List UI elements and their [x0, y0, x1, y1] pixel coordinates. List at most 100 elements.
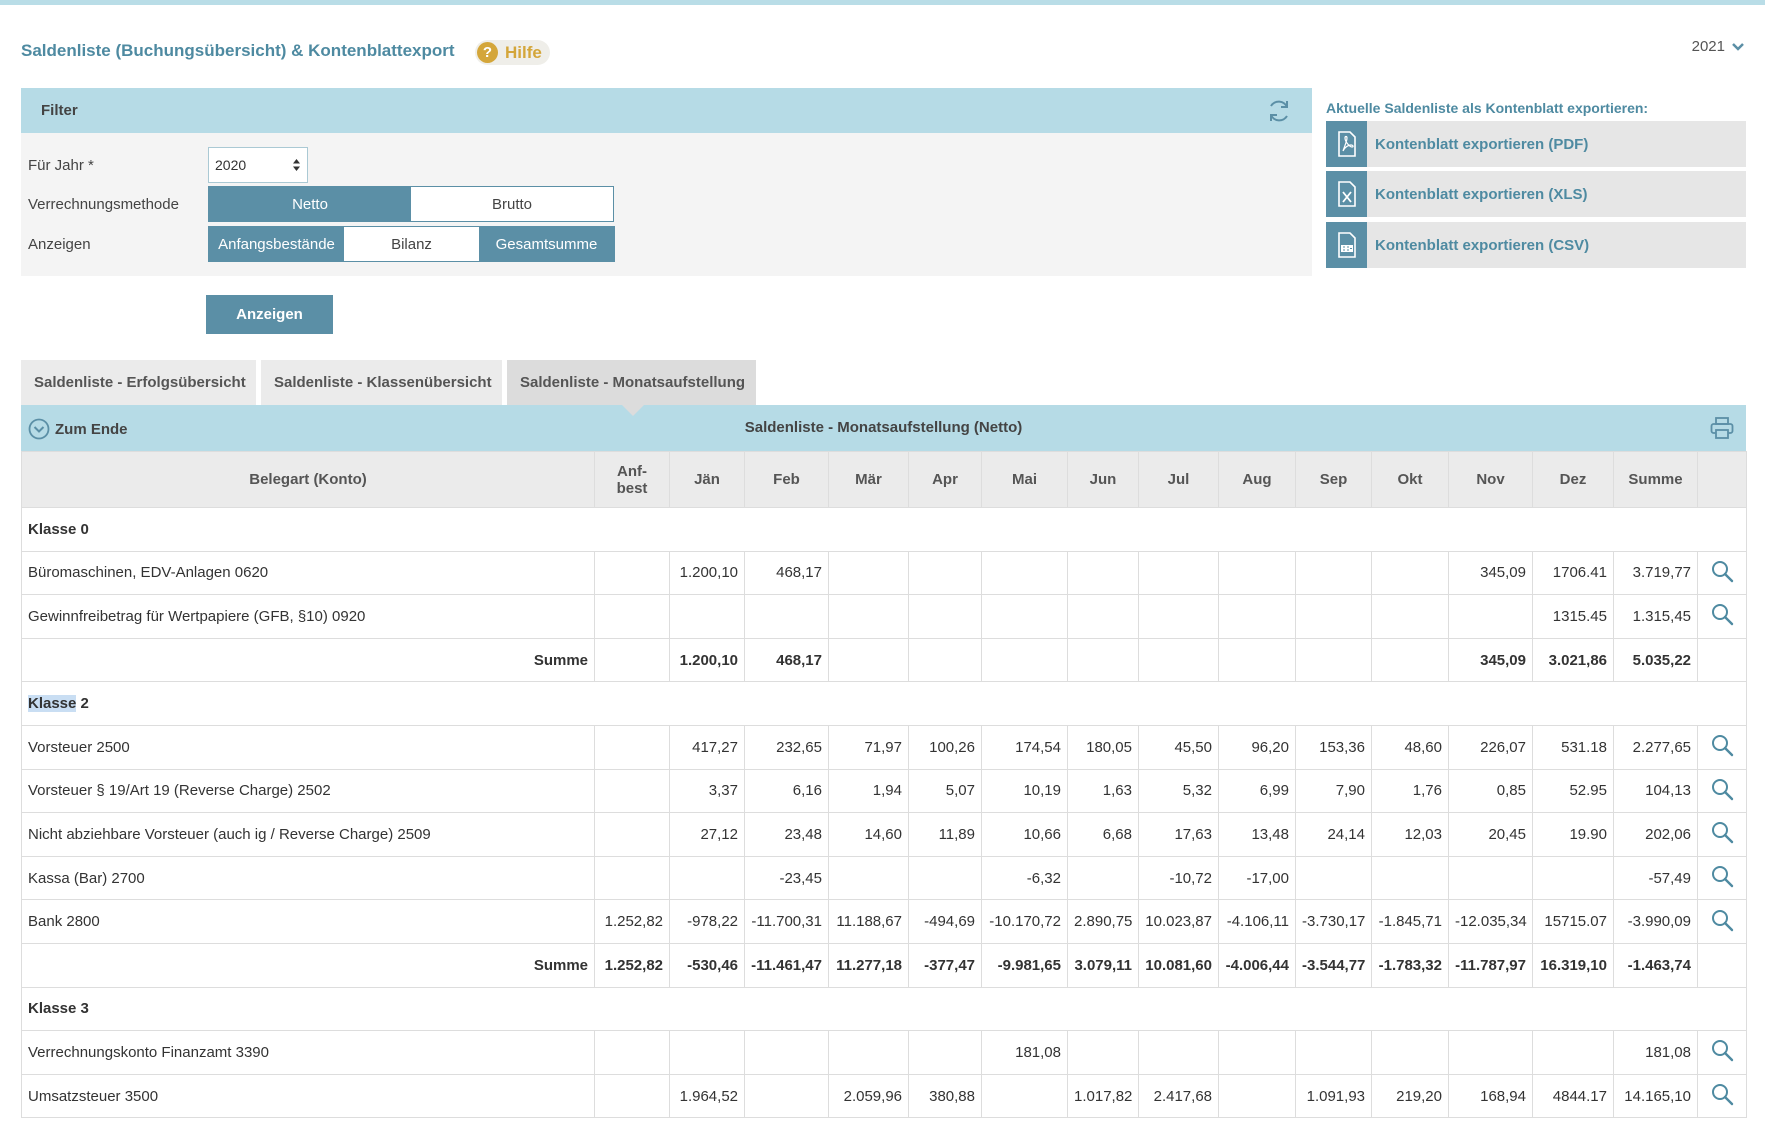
table-row: Nicht abziehbare Vorsteuer (auch ig / Re… — [21, 812, 1747, 857]
amount-cell: 2.277,65 — [1613, 724, 1698, 770]
amount-cell: 1,63 — [1067, 768, 1139, 814]
table-row: Gewinnfreibetrag für Wertpapiere (GFB, §… — [21, 594, 1747, 639]
search-icon[interactable] — [1710, 864, 1734, 888]
page-title: Saldenliste (Buchungsübersicht) & Konten… — [21, 41, 455, 60]
amount-cell: -3.544,77 — [1295, 942, 1372, 988]
amount-cell: -11.700,31 — [744, 899, 829, 944]
amount-cell: 6,99 — [1218, 768, 1296, 814]
table-row: Kassa (Bar) 2700 -23,45 -6,32 -10,72 -17,00 -… — [21, 855, 1747, 901]
tab-monatsaufstellung[interactable]: Saldenliste - Monatsaufstellung — [507, 360, 756, 405]
amount-cell: 14,60 — [828, 812, 909, 857]
amount-cell — [908, 550, 982, 596]
amount-cell: 11.188,67 — [828, 899, 909, 944]
filter-header: Filter — [21, 88, 1312, 133]
search-icon[interactable] — [1710, 777, 1734, 801]
refresh-icon[interactable] — [1266, 98, 1292, 124]
column-header: Jän — [669, 451, 745, 508]
export-pdf-button[interactable]: Kontenblatt exportieren (PDF) — [1326, 121, 1746, 167]
filter-title: Filter — [41, 102, 78, 119]
search-icon[interactable] — [1710, 1038, 1734, 1062]
search-icon[interactable] — [1710, 602, 1734, 626]
help-label: Hilfe — [505, 42, 542, 62]
amount-cell: 1.091,93 — [1295, 1073, 1372, 1119]
method-brutto-button[interactable]: Brutto — [411, 187, 613, 221]
column-header-label: Anf- best — [616, 462, 648, 497]
amount-cell — [981, 637, 1068, 683]
export-csv-button[interactable]: Kontenblatt exportieren (CSV) — [1326, 222, 1746, 268]
column-header-actions — [1697, 451, 1747, 508]
details-cell — [1697, 1073, 1747, 1119]
display-label: Anzeigen — [28, 235, 91, 253]
method-netto-button[interactable]: Netto — [209, 187, 411, 221]
amount-cell — [1138, 637, 1219, 683]
amount-cell — [669, 594, 745, 639]
sum-label: Summe — [21, 942, 595, 988]
class-group-row: Klasse 2 — [21, 681, 1747, 726]
amount-cell: 7,90 — [1295, 768, 1372, 814]
column-header: Dez — [1532, 451, 1614, 508]
amount-cell: -4.106,11 — [1218, 899, 1296, 944]
column-header: Sep — [1295, 451, 1372, 508]
xls-file-icon — [1326, 171, 1367, 217]
search-icon[interactable] — [1710, 559, 1734, 583]
amount-cell: 71,97 — [828, 724, 909, 770]
amount-cell — [669, 1030, 745, 1075]
printer-icon[interactable] — [1710, 417, 1734, 439]
amount-cell — [908, 855, 982, 901]
account-name: Umsatzsteuer 3500 — [21, 1073, 595, 1119]
export-xls-button[interactable]: Kontenblatt exportieren (XLS) — [1326, 171, 1746, 217]
amount-cell: 531.18 — [1532, 724, 1614, 770]
year-select[interactable]: 2021 — [1692, 38, 1745, 55]
search-icon[interactable] — [1710, 908, 1734, 932]
amount-cell — [1448, 855, 1533, 901]
amount-cell — [981, 550, 1068, 596]
amount-cell: -377,47 — [908, 942, 982, 988]
amount-cell — [1295, 594, 1372, 639]
amount-cell: 1315.45 — [1532, 594, 1614, 639]
account-name: Nicht abziehbare Vorsteuer (auch ig / Re… — [21, 812, 595, 857]
amount-cell: 6,16 — [744, 768, 829, 814]
year-label: Für Jahr * — [28, 156, 94, 174]
amount-cell: -10,72 — [1138, 855, 1219, 901]
details-cell — [1697, 1030, 1747, 1075]
tab-klassenuebersicht[interactable]: Saldenliste - Klassenübersicht — [261, 360, 502, 405]
amount-cell — [1067, 637, 1139, 683]
amount-cell: -1.463,74 — [1613, 942, 1698, 988]
amount-cell: 181,08 — [981, 1030, 1068, 1075]
search-icon[interactable] — [1710, 1082, 1734, 1106]
amount-cell: 5.035,22 — [1613, 637, 1698, 683]
table-body: Klasse 0 Büromaschinen, EDV-Anlagen 0620 1… — [21, 507, 1747, 1119]
amount-cell — [594, 812, 670, 857]
show-button[interactable]: Anzeigen — [206, 295, 333, 334]
search-icon[interactable] — [1710, 733, 1734, 757]
account-name: Kassa (Bar) 2700 — [21, 855, 595, 901]
tab-erfolgsuebersicht[interactable]: Saldenliste - Erfolgsübersicht — [21, 360, 256, 405]
table-head: Belegart (Konto) Anf- best Jän Feb Mär Apr Mai… — [21, 451, 1747, 508]
amount-cell — [828, 1030, 909, 1075]
amount-cell: -57,49 — [1613, 855, 1698, 901]
table-header-row: Belegart (Konto) Anf- best Jän Feb Mär Apr Mai… — [21, 451, 1747, 508]
year-field[interactable]: 2020 — [208, 147, 308, 183]
amount-cell — [1371, 855, 1449, 901]
search-icon[interactable] — [1710, 820, 1734, 844]
amount-cell: 16.319,10 — [1532, 942, 1614, 988]
display-gesamtsumme-button[interactable]: Gesamtsumme — [479, 227, 614, 261]
account-name: Vorsteuer 2500 — [21, 724, 595, 770]
display-bilanz-button[interactable]: Bilanz — [344, 227, 479, 261]
amount-cell: 11.277,18 — [828, 942, 909, 988]
amount-cell — [594, 637, 670, 683]
table-title: Saldenliste - Monatsaufstellung (Netto) — [744, 419, 1023, 436]
table-row: Umsatzsteuer 3500 1.964,52 2.059,96 380,88 1… — [21, 1073, 1747, 1119]
amount-cell: 2.059,96 — [828, 1073, 909, 1119]
amount-cell — [1532, 855, 1614, 901]
amount-cell: 100,26 — [908, 724, 982, 770]
amount-cell: -4.006,44 — [1218, 942, 1296, 988]
amount-cell: 345,09 — [1448, 550, 1533, 596]
amount-cell — [1218, 637, 1296, 683]
display-anfangsbestaende-button[interactable]: Anfangsbestände — [209, 227, 344, 261]
amount-cell: 3.021,86 — [1532, 637, 1614, 683]
help-button[interactable]: ? Hilfe — [475, 40, 550, 65]
amount-cell: -11.787,97 — [1448, 942, 1533, 988]
details-cell — [1697, 855, 1747, 901]
column-header: Anf- best — [594, 451, 670, 508]
